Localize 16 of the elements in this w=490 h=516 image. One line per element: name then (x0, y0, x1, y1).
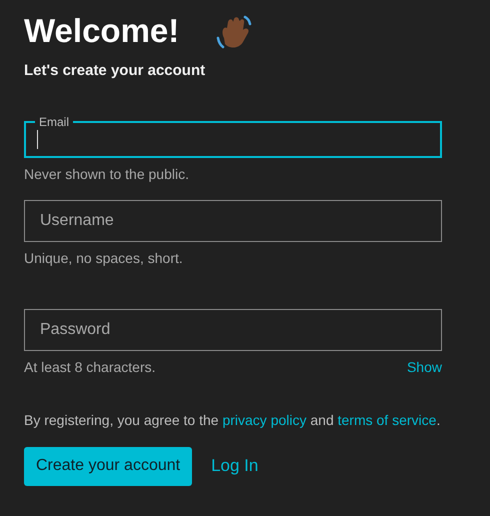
email-field[interactable]: Email (24, 116, 442, 158)
field-label: Email (38, 116, 70, 128)
input-field[interactable]: Password (24, 308, 442, 350)
helper-text: At least 8 characters. (24, 358, 156, 376)
input-field[interactable]: Username (24, 200, 442, 242)
agreement-link[interactable]: privacy policy (222, 412, 306, 428)
page-title: Welcome! (24, 11, 180, 51)
show-password-button[interactable]: Show (406, 356, 442, 378)
page-subtitle: Let's create your account (24, 61, 206, 81)
create-account-button[interactable]: Create your account (24, 446, 192, 486)
agreement-link[interactable]: terms of service (338, 412, 436, 428)
login-link[interactable]: Log In (211, 453, 258, 479)
text-cursor (37, 130, 38, 148)
helper-text: Never shown to the public. (24, 164, 189, 184)
helper-text: Unique, no spaces, short. (24, 248, 183, 268)
agreement-text: By registering, you agree to the privacy policy and terms of service. (24, 410, 442, 430)
